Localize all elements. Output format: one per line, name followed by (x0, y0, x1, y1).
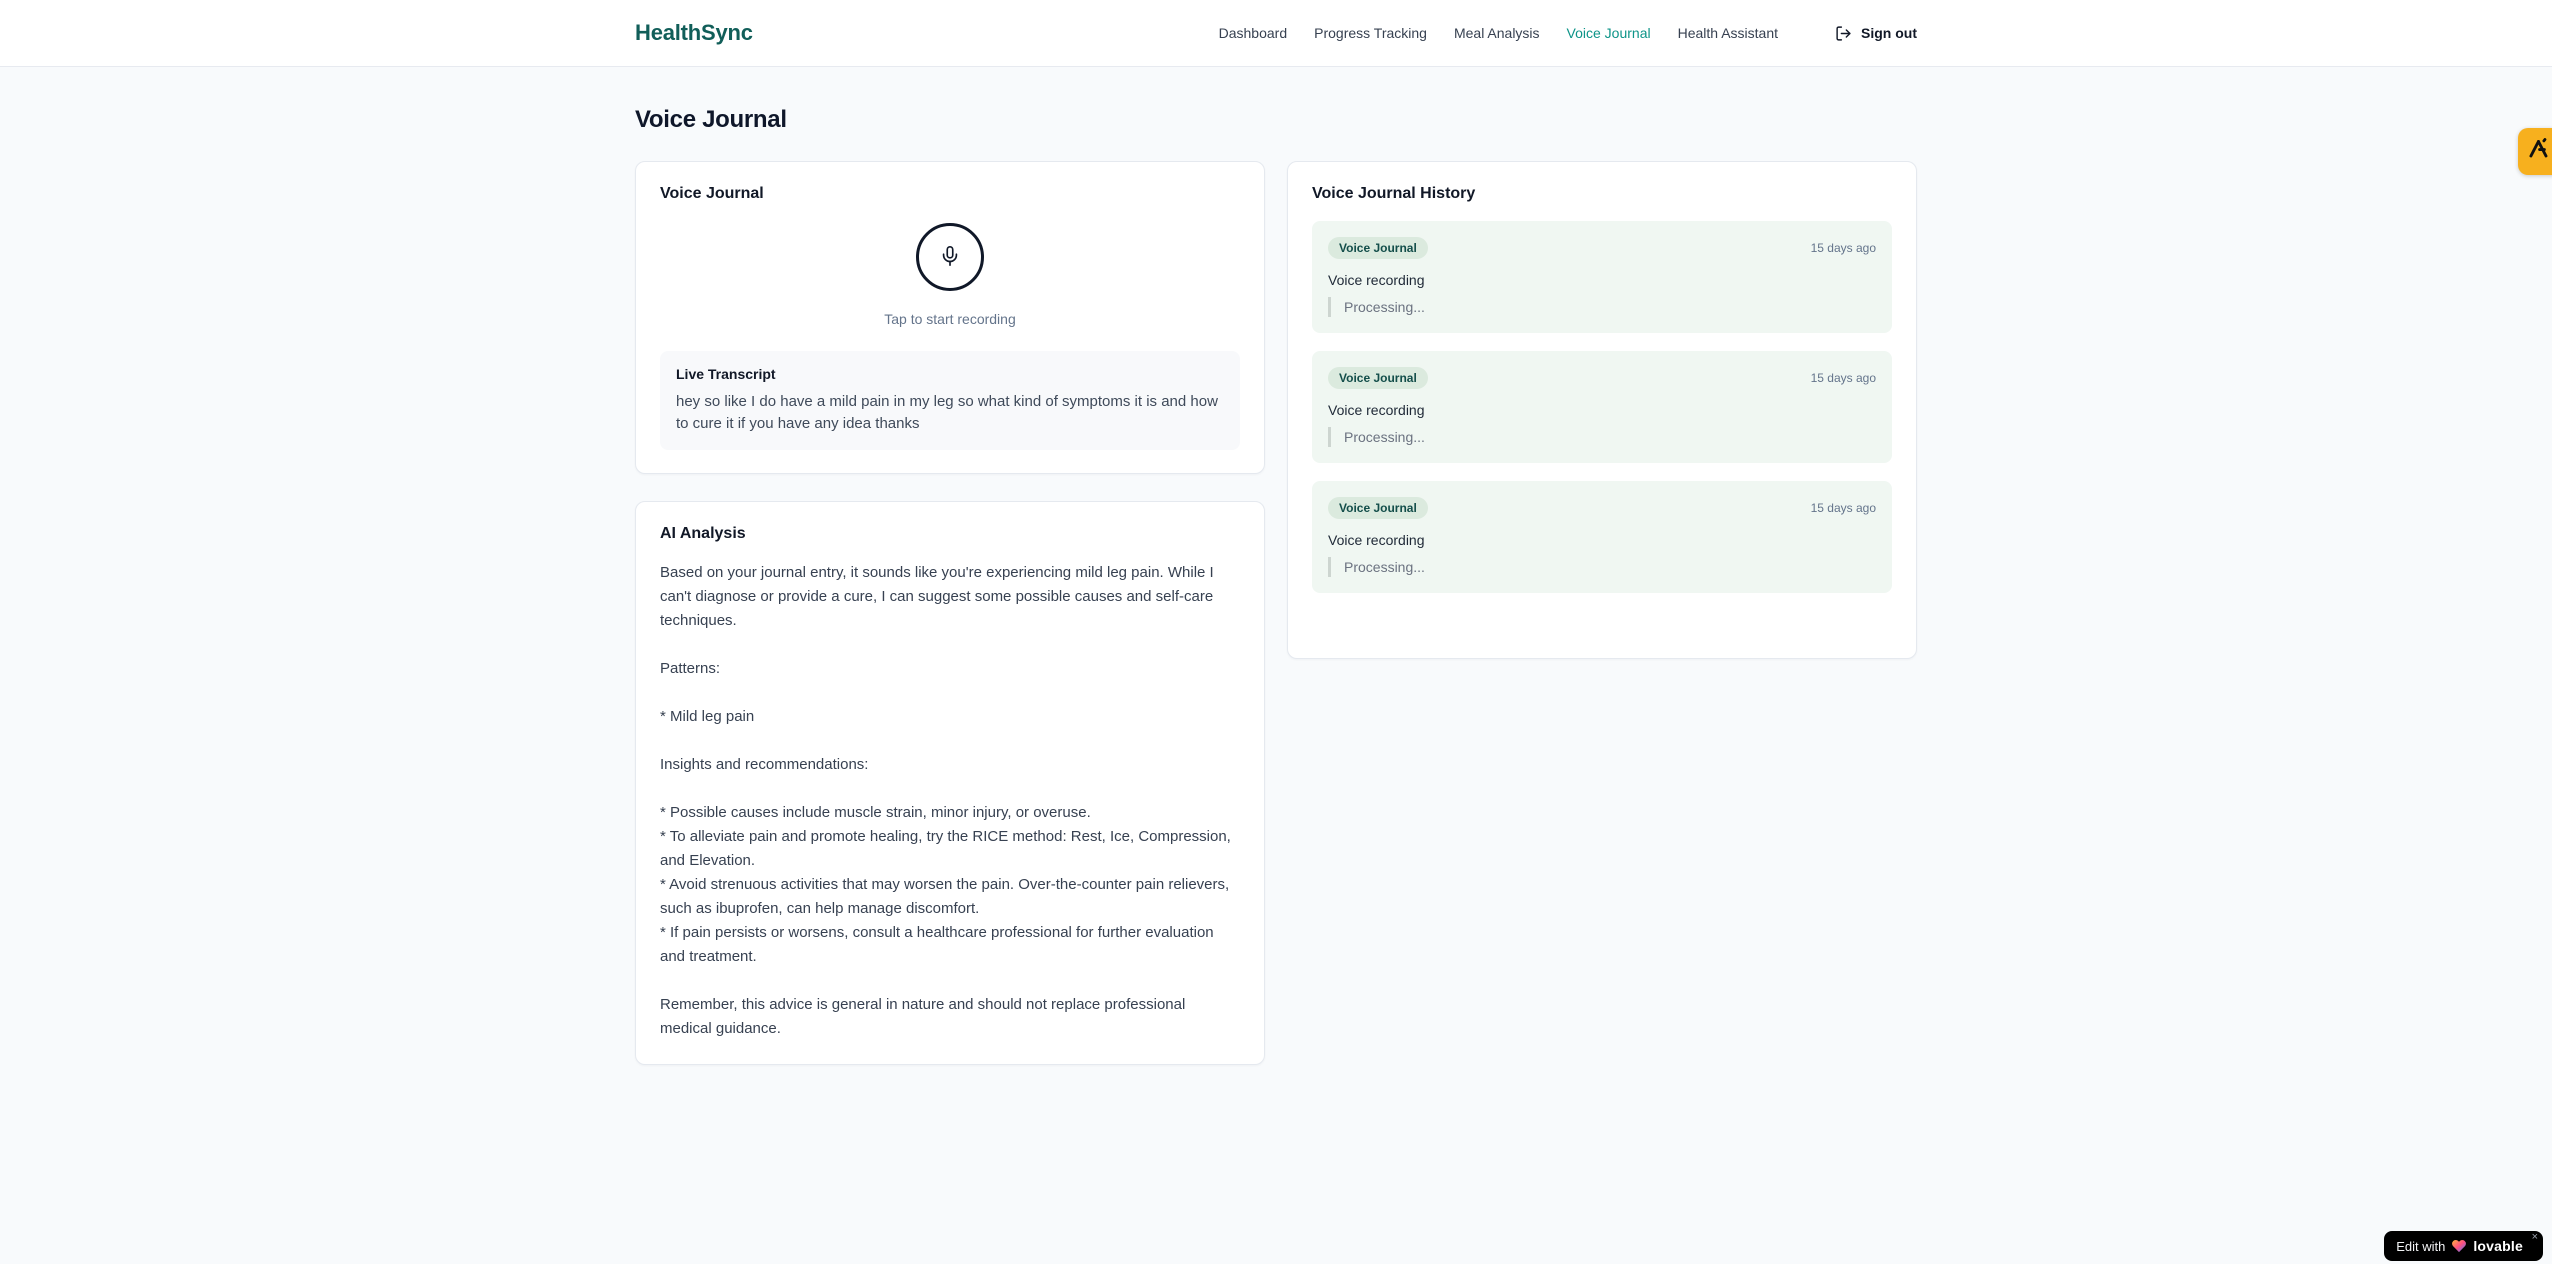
entry-type-badge: Voice Journal (1328, 497, 1428, 519)
history-list: Voice Journal 15 days ago Voice recordin… (1312, 221, 1892, 593)
entry-timestamp: 15 days ago (1810, 501, 1876, 515)
side-extension-badge[interactable] (2518, 128, 2552, 175)
close-icon[interactable]: × (2532, 1232, 2538, 1243)
edit-with-label: Edit with (2396, 1238, 2446, 1254)
top-navbar: HealthSync Dashboard Progress Tracking M… (0, 0, 2552, 67)
nav-progress-tracking[interactable]: Progress Tracking (1314, 25, 1427, 41)
entry-title: Voice recording (1328, 402, 1425, 418)
gradient-heart-icon (2451, 1238, 2467, 1254)
content-grid: Voice Journal Tap to start recording Liv… (635, 161, 1917, 1065)
lovable-brand-label: lovable (2473, 1238, 2523, 1254)
entry-type-badge: Voice Journal (1328, 367, 1428, 389)
microphone-icon (939, 245, 961, 270)
entry-timestamp: 15 days ago (1810, 241, 1876, 255)
recorder-area: Tap to start recording (660, 221, 1240, 327)
live-transcript-box: Live Transcript hey so like I do have a … (660, 351, 1240, 450)
entry-title: Voice recording (1328, 532, 1425, 548)
voice-journal-history-card: Voice Journal History Voice Journal 15 d… (1287, 161, 1917, 659)
nav-meal-analysis[interactable]: Meal Analysis (1454, 25, 1540, 41)
entry-timestamp: 15 days ago (1810, 371, 1876, 385)
ai-analysis-card: AI Analysis Based on your journal entry,… (635, 501, 1265, 1065)
page-title: Voice Journal (635, 106, 787, 133)
nav-dashboard[interactable]: Dashboard (1219, 25, 1288, 41)
right-column: Voice Journal History Voice Journal 15 d… (1287, 161, 1917, 659)
ai-analysis-title: AI Analysis (660, 525, 746, 542)
brand-logo[interactable]: HealthSync (635, 20, 753, 46)
history-card-title: Voice Journal History (1312, 185, 1476, 202)
entry-header: Voice Journal 15 days ago (1328, 237, 1876, 259)
ai-analysis-body: Based on your journal entry, it sounds l… (660, 564, 1231, 1037)
recorder-card-title: Voice Journal (660, 185, 764, 202)
nav-voice-journal[interactable]: Voice Journal (1567, 25, 1651, 41)
main-content: Voice Journal Voice Journal Tap to start… (635, 67, 1917, 1065)
log-out-icon (1835, 25, 1852, 42)
left-column: Voice Journal Tap to start recording Liv… (635, 161, 1265, 1065)
navbar-inner: HealthSync Dashboard Progress Tracking M… (635, 20, 1917, 46)
history-entry[interactable]: Voice Journal 15 days ago Voice recordin… (1312, 221, 1892, 333)
sign-out-label: Sign out (1861, 25, 1917, 41)
entry-status: Processing... (1328, 557, 1876, 577)
nav-health-assistant[interactable]: Health Assistant (1678, 25, 1778, 41)
live-transcript-title: Live Transcript (676, 366, 776, 382)
record-button[interactable] (916, 223, 984, 291)
voice-journal-card: Voice Journal Tap to start recording Liv… (635, 161, 1265, 474)
history-entry[interactable]: Voice Journal 15 days ago Voice recordin… (1312, 351, 1892, 463)
edit-with-lovable-badge[interactable]: Edit with lovable × (2384, 1231, 2543, 1261)
history-entry[interactable]: Voice Journal 15 days ago Voice recordin… (1312, 481, 1892, 593)
tap-to-record-hint: Tap to start recording (884, 311, 1016, 327)
entry-title: Voice recording (1328, 272, 1425, 288)
peak-logo-icon (2526, 136, 2552, 167)
sign-out-button[interactable]: Sign out (1835, 25, 1917, 42)
entry-header: Voice Journal 15 days ago (1328, 497, 1876, 519)
entry-type-badge: Voice Journal (1328, 237, 1428, 259)
entry-header: Voice Journal 15 days ago (1328, 367, 1876, 389)
live-transcript-text: hey so like I do have a mild pain in my … (676, 393, 1218, 432)
entry-status: Processing... (1328, 297, 1876, 317)
entry-status: Processing... (1328, 427, 1876, 447)
main-nav: Dashboard Progress Tracking Meal Analysi… (1219, 25, 1917, 42)
